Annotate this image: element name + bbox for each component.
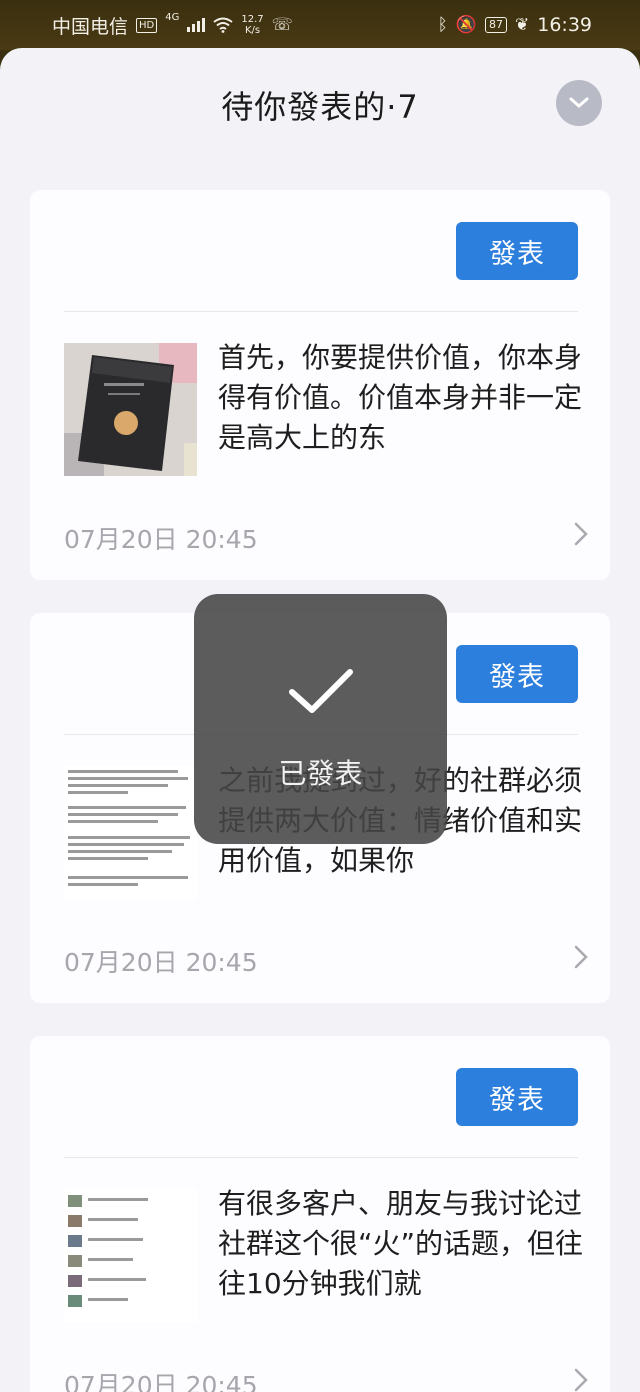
carrier-label: 中国电信 — [52, 15, 129, 38]
toast-message: 已發表 — [278, 757, 363, 790]
missed-call-icon: ☏ — [271, 15, 293, 35]
collapse-button[interactable] — [556, 80, 602, 126]
checkmark-icon — [289, 669, 353, 713]
draft-date: 07月20日 20:45 — [64, 948, 258, 977]
bluetooth-icon: ᛒ — [437, 15, 448, 35]
draft-date: 07月20日 20:45 — [64, 525, 258, 554]
publish-button[interactable]: 發表 — [456, 645, 578, 703]
chevron-right-icon[interactable] — [574, 522, 588, 546]
sheet-title: 待你發表的·7 — [221, 88, 419, 126]
status-bar: 中国电信 HD 4G 12.7 K/s ☏ ᛒ 🔕 87 ❦ 16:39 — [0, 0, 640, 50]
chevron-right-icon[interactable] — [574, 1368, 588, 1392]
network-speed: 12.7 K/s — [241, 14, 264, 36]
chevron-right-icon[interactable] — [574, 945, 588, 969]
network-type: 4G — [165, 11, 180, 23]
status-right: ᛒ 🔕 87 ❦ 16:39 — [438, 14, 592, 36]
chevron-down-icon — [569, 97, 589, 108]
battery-icon: 87 — [484, 17, 507, 33]
status-left: 中国电信 HD 4G 12.7 K/s ☏ — [52, 12, 293, 39]
divider — [64, 1157, 578, 1158]
draft-card[interactable]: 發表 有很多客户、朋友与我讨论过社群这个很“火”的话题，但往往10分钟我们就 0… — [30, 1036, 610, 1392]
publish-button[interactable]: 發表 — [456, 222, 578, 280]
leaf-icon: ❦ — [514, 15, 530, 35]
clock: 16:39 — [537, 14, 592, 36]
chat-list-thumbnail — [64, 1189, 197, 1322]
book-photo-thumbnail — [64, 343, 197, 476]
wifi-icon — [213, 17, 233, 33]
signal-icon — [187, 18, 206, 32]
text-document-thumbnail — [64, 766, 197, 899]
published-toast: 已發表 — [194, 594, 447, 844]
draft-card[interactable]: 發表 首先，你要提供价值，你本身得有价值。价值本身并非一定是高大上的东 07月2… — [30, 190, 610, 580]
draft-excerpt: 有很多客户、朋友与我讨论过社群这个很“火”的话题，但往往10分钟我们就 — [218, 1187, 584, 1300]
mute-bell-icon: 🔕 — [455, 15, 477, 35]
hd-badge: HD — [136, 17, 158, 33]
divider — [64, 311, 578, 312]
draft-excerpt: 首先，你要提供价值，你本身得有价值。价值本身并非一定是高大上的东 — [218, 341, 583, 454]
publish-button[interactable]: 發表 — [456, 1068, 578, 1126]
draft-date: 07月20日 20:45 — [64, 1371, 258, 1392]
